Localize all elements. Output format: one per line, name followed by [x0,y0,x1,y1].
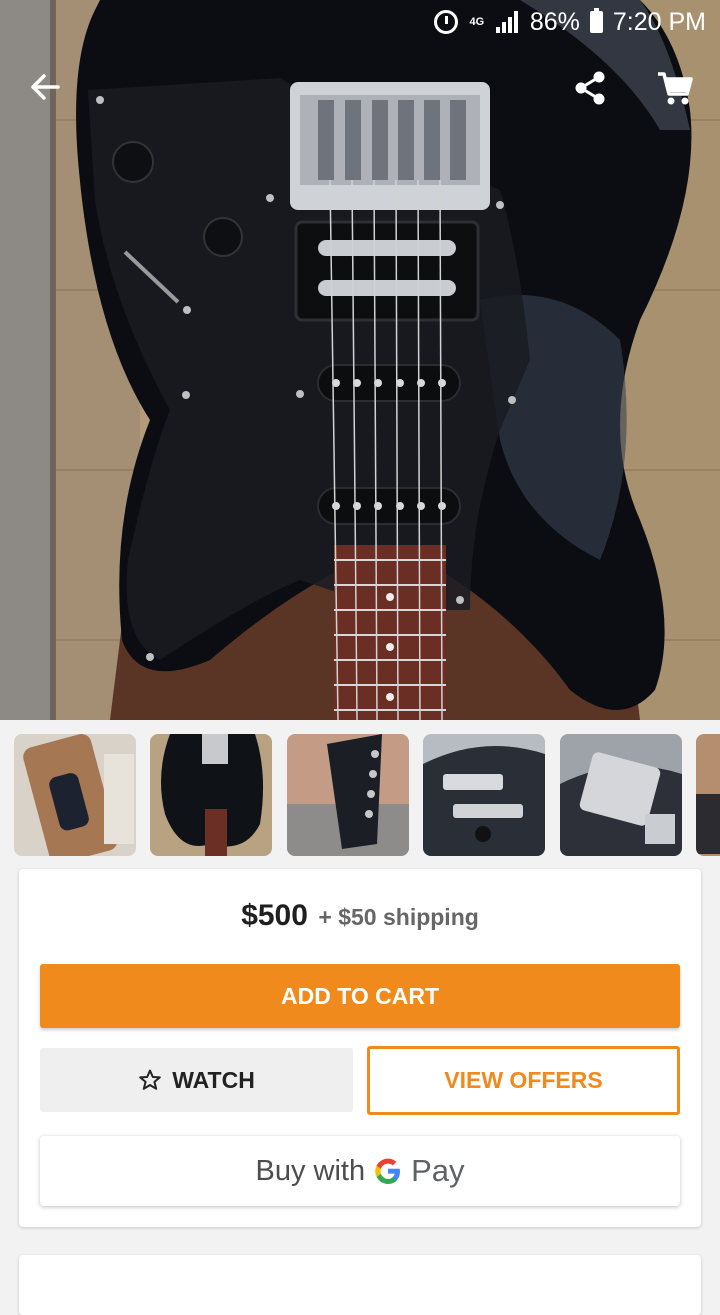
cart-button[interactable] [656,70,700,114]
thumbnail-5[interactable] [560,734,682,856]
view-offers-label: VIEW OFFERS [444,1067,603,1093]
thumbnail-1[interactable] [14,734,136,856]
shipping-cost: + $50 shipping [318,904,479,930]
view-offers-button[interactable]: VIEW OFFERS [367,1046,680,1115]
price-row: $500 + $50 shipping [19,899,701,933]
thumbnail-3[interactable] [287,734,409,856]
thumbnail-strip[interactable] [0,734,720,858]
share-button[interactable] [572,70,616,114]
share-icon [575,71,605,105]
google-pay-button[interactable]: Buy with Pay [40,1136,680,1206]
add-to-cart-button[interactable]: ADD TO CART [40,964,680,1028]
star-outline-icon [139,1069,161,1090]
battery-percent: 86% [529,7,580,36]
back-arrow-icon [31,74,60,100]
gpay-word: Pay [411,1153,465,1188]
status-bar: 4G 86% 7:20 PM [0,0,720,44]
alarm-icon [433,10,458,34]
google-g-icon [375,1158,401,1184]
listing-main-photo[interactable]: 4G 86% 7:20 PM [0,0,720,720]
thumbnail-4[interactable] [423,734,545,856]
purchase-card: $500 + $50 shipping ADD TO CART WATCH VI… [19,869,701,1227]
price: $500 [241,899,308,932]
network-icon: 4G [469,16,485,28]
cart-icon [658,72,693,105]
watch-button[interactable]: WATCH [40,1048,353,1112]
watch-label: WATCH [172,1066,255,1093]
back-button[interactable] [28,70,72,114]
gpay-prefix: Buy with [255,1154,366,1187]
thumbnail-2[interactable] [150,734,272,856]
signal-icon [495,11,520,33]
next-section-card [19,1255,701,1315]
clock: 7:20 PM [612,7,706,36]
thumbnail-6[interactable] [696,734,720,856]
battery-icon [589,8,603,33]
add-to-cart-label: ADD TO CART [280,982,439,1009]
